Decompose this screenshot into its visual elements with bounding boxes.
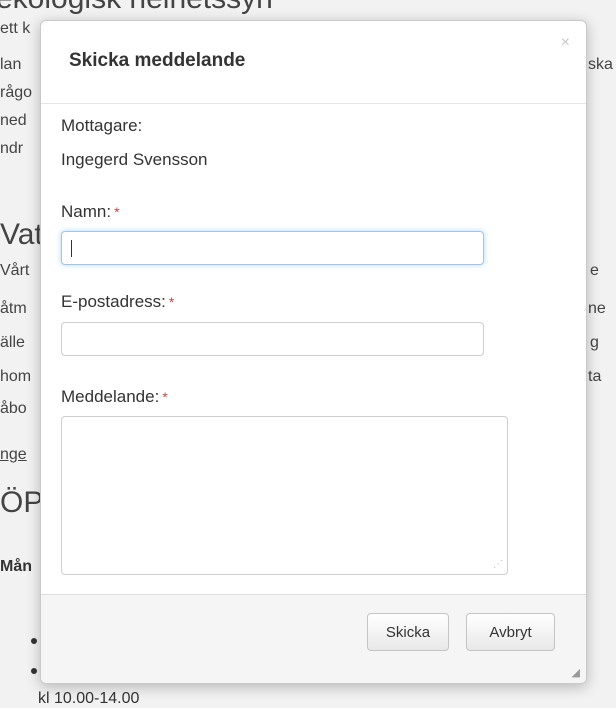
background-text-fragment: ta — [588, 368, 602, 385]
background-text-fragment: åtm — [0, 300, 27, 317]
background-link-fragment[interactable]: nge — [0, 446, 27, 464]
message-field[interactable]: ⋰ — [61, 416, 508, 575]
background-text-fragment: åbo — [0, 400, 27, 417]
message-label: Meddelande: * — [61, 387, 168, 407]
dialog-footer: Skicka Avbryt ◢ — [41, 594, 586, 683]
background-text-fragment: g — [590, 334, 599, 351]
text-caret — [71, 240, 72, 257]
recipient-label: Mottagare: — [61, 116, 143, 135]
email-label: E-postadress: * — [61, 292, 174, 312]
background-text-fragment: ned — [0, 112, 27, 129]
background-heading: ekologisk helhetssyn — [0, 0, 273, 16]
dialog-header: Skicka meddelande × — [41, 21, 586, 104]
recipient-name: Ingegerd Svensson — [61, 150, 208, 169]
background-text-fragment: Vårt — [0, 262, 30, 279]
required-marker: * — [114, 204, 120, 220]
name-field[interactable] — [61, 231, 484, 265]
background-section-heading: Vat — [0, 218, 43, 251]
bullet-icon — [31, 638, 37, 644]
background-text-fragment: älle — [0, 334, 25, 351]
message-label-text: Meddelande: — [61, 387, 160, 406]
background-text-fragment: rågo — [0, 84, 33, 101]
close-icon[interactable]: × — [561, 35, 570, 51]
message-field-value — [62, 417, 507, 429]
background-text-fragment: ne — [588, 300, 606, 317]
background-text-fragment: hom — [0, 368, 32, 385]
resize-grip-icon[interactable]: ⋰ — [493, 560, 503, 570]
dialog-body: Mottagare: Ingegerd Svensson Namn: * E-po… — [41, 104, 586, 594]
submit-button[interactable]: Skicka — [367, 613, 449, 651]
background-opening-hours: kl 10.00-14.00 — [38, 690, 140, 707]
required-marker: * — [168, 294, 175, 310]
cancel-button[interactable]: Avbryt — [466, 613, 555, 651]
background-text-fragment: ett k — [0, 20, 31, 37]
dialog-resize-grip-icon[interactable]: ◢ — [572, 668, 580, 679]
background-heading-fragment: ÖP — [0, 486, 44, 519]
dialog-title: Skicka meddelande — [69, 50, 246, 71]
background-text-fragment: ndr — [0, 140, 24, 157]
background-bold-fragment: Mån — [0, 558, 32, 575]
required-marker: * — [162, 389, 168, 405]
bullet-icon — [31, 668, 37, 674]
background-text-fragment: ska — [588, 56, 613, 73]
name-label-text: Namn: — [61, 202, 112, 221]
email-field[interactable] — [61, 322, 484, 356]
email-label-text: E-postadress: — [61, 292, 166, 311]
name-label: Namn: * — [61, 202, 120, 222]
background-text-fragment: e — [590, 262, 599, 279]
send-message-dialog: Skicka meddelande × Mottagare: Ingegerd … — [40, 20, 587, 684]
background-text-fragment: lan — [0, 56, 22, 73]
